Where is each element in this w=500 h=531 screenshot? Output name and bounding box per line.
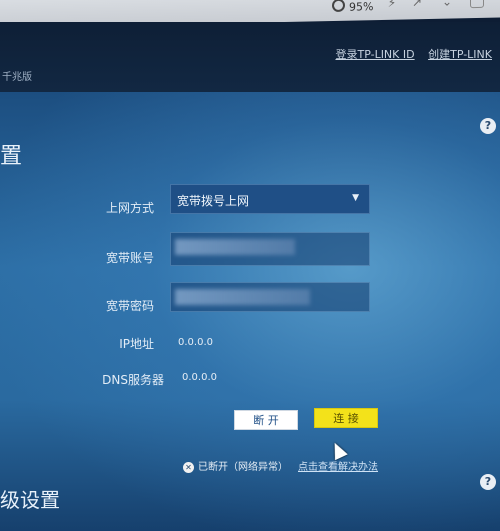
close-circle-icon: ✕ bbox=[183, 462, 194, 473]
connect-button[interactable]: 连 接 bbox=[314, 408, 378, 428]
redacted-password bbox=[175, 289, 310, 305]
tab-icon[interactable] bbox=[470, 0, 484, 9]
connection-type-select[interactable]: 宽带拨号上网 ▼ bbox=[170, 184, 370, 214]
magnifier-icon bbox=[332, 0, 345, 13]
password-label: 宽带密码 bbox=[105, 299, 154, 313]
redacted-account bbox=[175, 239, 295, 255]
account-label: 宽带账号 bbox=[105, 251, 154, 265]
password-input[interactable] bbox=[170, 282, 370, 312]
help-icon-bottom[interactable]: ? bbox=[480, 474, 496, 490]
zoom-indicator[interactable]: 95% bbox=[332, 0, 373, 14]
help-icon-top[interactable]: ? bbox=[480, 118, 496, 134]
connection-status: ✕ 已断开（网络异常） 点击查看解决办法 bbox=[183, 458, 378, 473]
ip-label: IP地址 bbox=[119, 337, 154, 351]
connection-type-value: 宽带拨号上网 bbox=[177, 194, 250, 208]
login-tplink-id-link[interactable]: 登录TP-LINK ID bbox=[335, 48, 414, 61]
section-title: 置 bbox=[0, 144, 23, 169]
account-input[interactable] bbox=[170, 232, 370, 266]
ip-value: 0.0.0.0 bbox=[178, 337, 213, 348]
connection-type-label: 上网方式 bbox=[105, 201, 154, 215]
status-text: 已断开（网络异常） bbox=[198, 462, 288, 473]
main-panel: 置 上网方式 宽带拨号上网 ▼ 宽带账号 宽带密码 IP地址 0.0.0.0 D… bbox=[0, 92, 500, 531]
chevron-down-icon[interactable]: ⌄ bbox=[440, 0, 454, 9]
advanced-settings-title: 级设置 bbox=[0, 488, 60, 512]
top-links: 登录TP-LINK ID 创建TP-LINK bbox=[325, 46, 492, 62]
create-tplink-link[interactable]: 创建TP-LINK bbox=[428, 48, 492, 61]
dns-label: DNS服务器 bbox=[102, 373, 164, 387]
lightning-icon[interactable]: ⚡ bbox=[385, 0, 399, 10]
brand-label: 千兆版 bbox=[2, 72, 32, 83]
disconnect-button[interactable]: 断 开 bbox=[234, 410, 298, 430]
share-icon[interactable]: ↗ bbox=[410, 0, 424, 9]
dropdown-caret-icon: ▼ bbox=[352, 193, 359, 203]
dns-value: 0.0.0.0 bbox=[182, 372, 217, 383]
solution-link[interactable]: 点击查看解决办法 bbox=[298, 462, 378, 473]
zoom-level: 95% bbox=[349, 0, 374, 14]
